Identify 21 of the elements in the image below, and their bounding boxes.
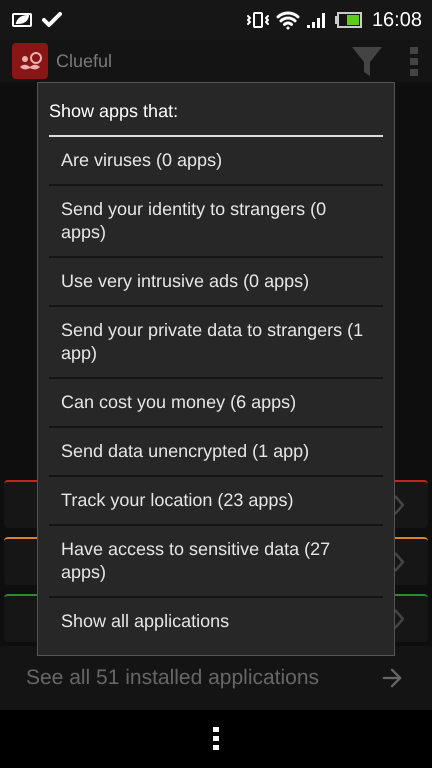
filter-option[interactable]: Have access to sensitive data (27 apps) (49, 526, 383, 598)
dialog-title: Show apps that: (49, 83, 383, 137)
chevron-right-icon (394, 495, 404, 515)
battery-saver-icon (10, 11, 34, 29)
chevron-right-icon (394, 552, 404, 572)
app-title: Clueful (56, 50, 114, 72)
battery-icon (334, 12, 362, 28)
filter-option[interactable]: Track your location (23 apps) (49, 477, 383, 526)
filter-option[interactable]: Send data unencrypted (1 app) (49, 428, 383, 477)
filter-option[interactable]: Are viruses (0 apps) (49, 137, 383, 186)
filter-option[interactable]: Show all applications (49, 598, 383, 645)
filter-icon[interactable] (350, 44, 384, 78)
chevron-right-icon (394, 609, 404, 629)
filter-option[interactable]: Use very intrusive ads (0 apps) (49, 258, 383, 307)
app-logo-icon (12, 43, 48, 79)
filter-option[interactable]: Send your private data to strangers (1 app) (49, 307, 383, 379)
clock-time: 16:08 (372, 8, 422, 33)
filter-option[interactable]: Send your identity to strangers (0 apps) (49, 186, 383, 258)
filter-option[interactable]: Can cost you money (6 apps) (49, 379, 383, 428)
signal-icon (306, 11, 328, 29)
overflow-menu-icon[interactable] (212, 726, 220, 752)
